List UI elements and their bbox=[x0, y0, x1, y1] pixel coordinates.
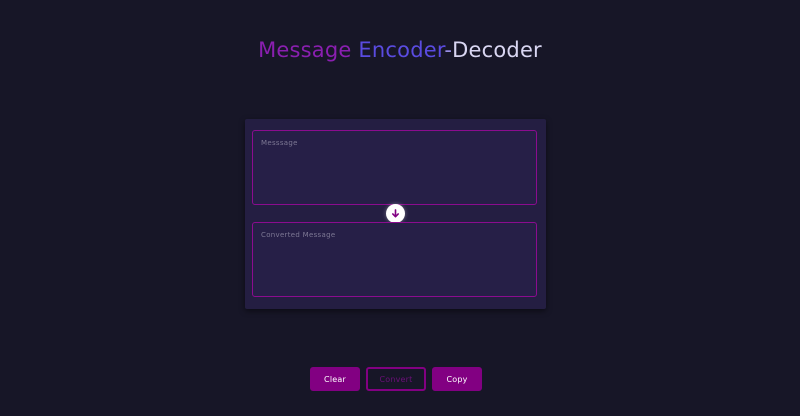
convert-button[interactable]: Convert bbox=[366, 367, 426, 391]
title-word-encoder: Encoder bbox=[358, 38, 445, 62]
converter-card bbox=[245, 119, 546, 309]
app-page: Message Encoder-Decoder Clear Convert Co… bbox=[0, 0, 800, 416]
clear-button[interactable]: Clear bbox=[310, 367, 360, 391]
arrow-down-icon bbox=[391, 209, 400, 218]
page-title: Message Encoder-Decoder bbox=[0, 36, 800, 64]
title-word-decoder: Decoder bbox=[452, 38, 542, 62]
title-word-message: Message bbox=[258, 38, 352, 62]
converted-message-output[interactable] bbox=[252, 222, 537, 297]
copy-button[interactable]: Copy bbox=[432, 367, 482, 391]
message-input[interactable] bbox=[252, 130, 537, 205]
swap-button[interactable] bbox=[386, 204, 405, 223]
title-hyphen: - bbox=[444, 38, 453, 62]
